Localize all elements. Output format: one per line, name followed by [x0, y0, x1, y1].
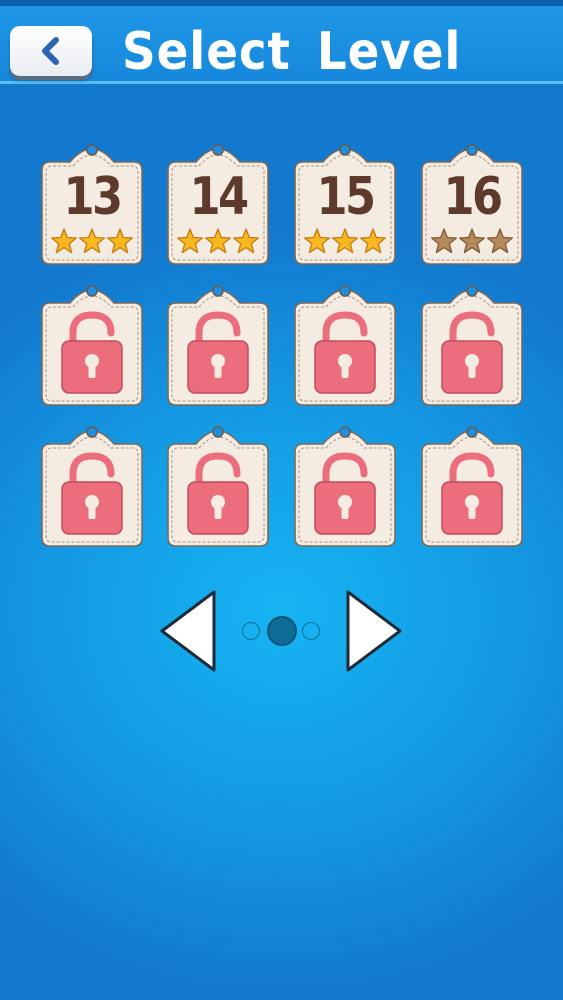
level-tile-locked[interactable]: [166, 420, 270, 548]
page-dot[interactable]: [242, 622, 260, 640]
page-dot-active[interactable]: [267, 616, 297, 646]
lock-icon: [61, 452, 123, 535]
next-page-button[interactable]: [344, 588, 404, 678]
page-indicator: [236, 614, 328, 648]
star-icon: [232, 228, 260, 254]
level-tile[interactable]: 16: [420, 138, 524, 266]
lock-icon: [61, 311, 123, 394]
level-tile-locked[interactable]: [40, 279, 144, 407]
triangle-left-icon: [160, 590, 216, 672]
lock-icon: [187, 311, 249, 394]
level-tile[interactable]: 15: [293, 138, 397, 266]
lock-icon: [314, 311, 376, 394]
star-icon: [50, 228, 78, 254]
level-number: 14: [189, 167, 249, 227]
star-icon: [78, 228, 106, 254]
level-tile[interactable]: 13: [40, 138, 144, 266]
triangle-right-icon: [346, 590, 402, 672]
level-tile-locked[interactable]: [166, 279, 270, 407]
lock-icon: [441, 311, 503, 394]
star-rating: [176, 228, 260, 254]
level-tile[interactable]: 14: [166, 138, 270, 266]
star-icon: [331, 228, 359, 254]
star-rating: [303, 228, 387, 254]
level-grid: 13 14 15 16: [0, 0, 563, 560]
star-icon: [303, 228, 331, 254]
lock-icon: [441, 452, 503, 535]
star-icon: [359, 228, 387, 254]
star-icon: [106, 228, 134, 254]
level-tile-locked[interactable]: [40, 420, 144, 548]
level-tile-locked[interactable]: [293, 279, 397, 407]
star-icon: [458, 228, 486, 254]
level-number: 15: [316, 167, 376, 227]
star-rating: [50, 228, 134, 254]
star-rating: [430, 228, 514, 254]
lock-icon: [187, 452, 249, 535]
prev-page-button[interactable]: [158, 588, 218, 678]
star-icon: [486, 228, 514, 254]
star-icon: [176, 228, 204, 254]
star-icon: [204, 228, 232, 254]
level-tile-locked[interactable]: [293, 420, 397, 548]
level-tile-locked[interactable]: [420, 420, 524, 548]
page-dot[interactable]: [302, 622, 320, 640]
level-tile-locked[interactable]: [420, 279, 524, 407]
level-number: 13: [63, 167, 123, 227]
star-icon: [430, 228, 458, 254]
level-number: 16: [443, 167, 503, 227]
lock-icon: [314, 452, 376, 535]
